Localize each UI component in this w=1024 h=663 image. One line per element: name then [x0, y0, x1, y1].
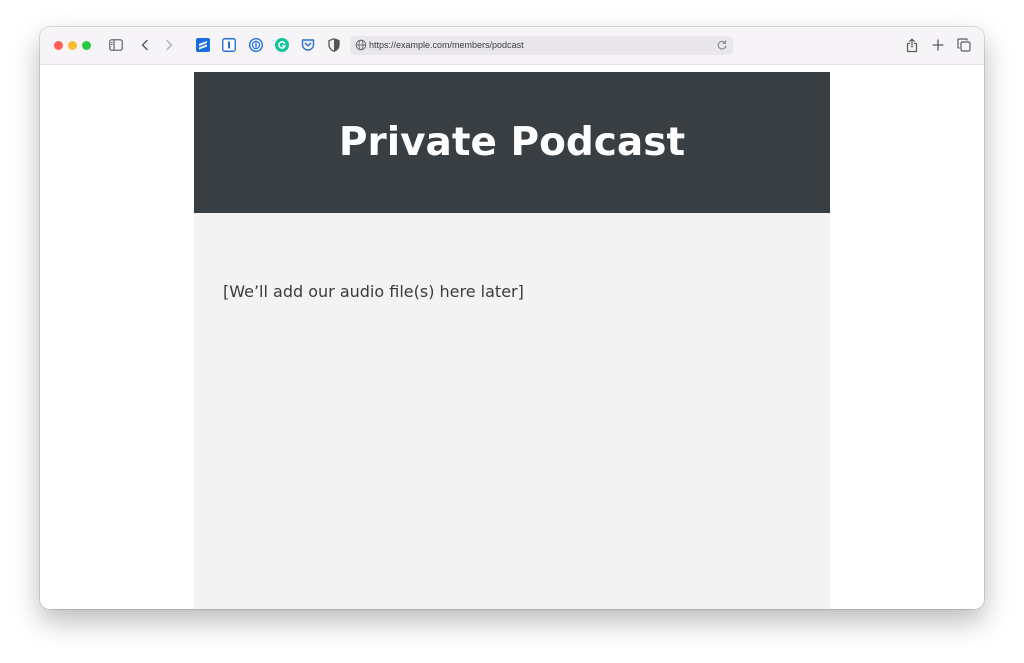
address-bar[interactable]: https://example.com/members/podcast — [350, 36, 733, 55]
browser-toolbar: https://example.com/members/podcast — [40, 27, 984, 65]
address-url-text[interactable]: https://example.com/members/podcast — [369, 39, 524, 52]
tab-overview-icon[interactable] — [955, 36, 973, 54]
chevron-left-icon[interactable] — [136, 36, 154, 54]
minimize-window-button[interactable] — [68, 41, 77, 50]
chevron-right-icon[interactable] — [160, 36, 178, 54]
pocket-extension-icon[interactable] — [299, 36, 317, 54]
page-header: Private Podcast — [194, 72, 830, 213]
content-column: Private Podcast [We’ll add our audio fil… — [194, 72, 830, 609]
password-manager-icon[interactable] — [247, 36, 265, 54]
webpage-viewport: Private Podcast [We’ll add our audio fil… — [40, 65, 984, 609]
grammar-extension-icon[interactable] — [273, 36, 291, 54]
close-window-button[interactable] — [54, 41, 63, 50]
privacy-shield-icon[interactable] — [325, 36, 343, 54]
share-icon[interactable] — [903, 36, 921, 54]
plus-icon[interactable] — [929, 36, 947, 54]
globe-icon — [355, 39, 367, 51]
audio-placeholder-text: [We’ll add our audio file(s) here later] — [223, 282, 524, 301]
text-cursor-extension-icon[interactable] — [220, 36, 238, 54]
sidebar-icon[interactable] — [107, 36, 125, 54]
browser-window: https://example.com/members/podcast Priv… — [40, 27, 984, 609]
reload-icon[interactable] — [716, 39, 728, 51]
page-title: Private Podcast — [338, 120, 686, 165]
screen: https://example.com/members/podcast Priv… — [0, 0, 1024, 663]
stack-extension-icon[interactable] — [194, 36, 212, 54]
zoom-window-button[interactable] — [82, 41, 91, 50]
